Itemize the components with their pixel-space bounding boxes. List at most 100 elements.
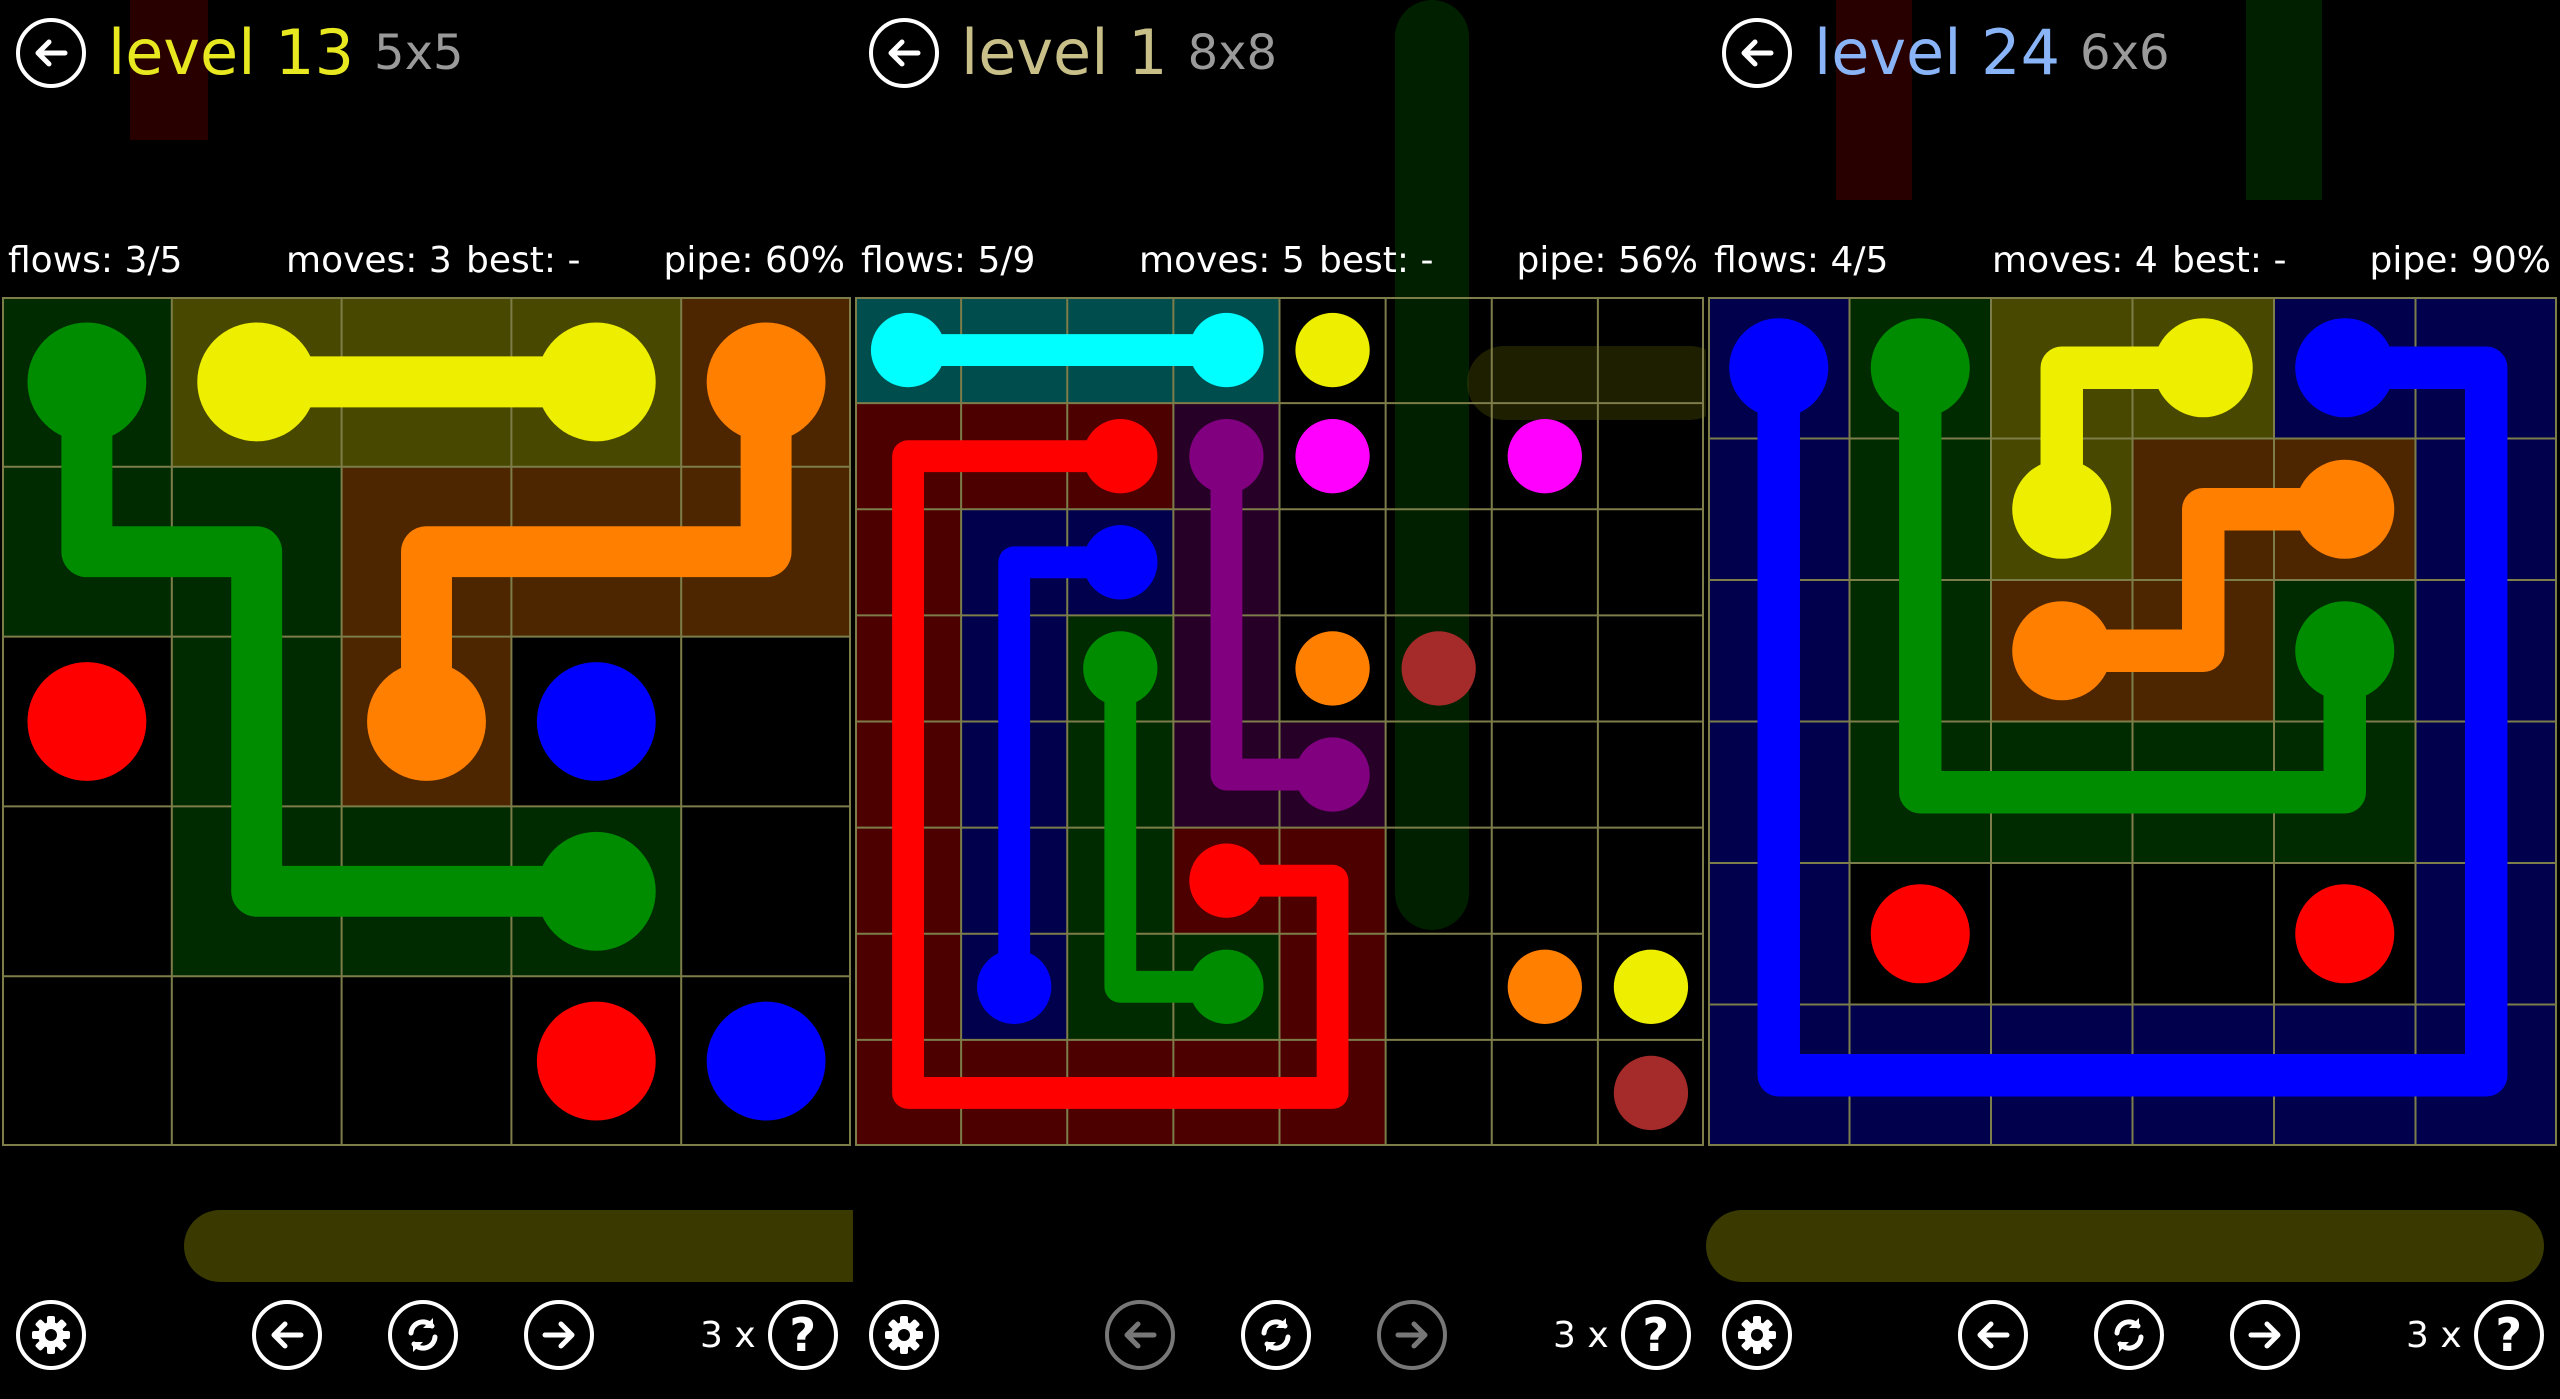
flows-count: flows: 4/5 [1714,240,1889,281]
header: level 13 5x5 [16,18,464,88]
endpoint-dot-yellow [2153,318,2253,418]
endpoint-dot-blue [706,1001,826,1121]
arrow-left-icon [888,39,921,67]
arrow-left-icon [1741,39,1774,67]
game-board[interactable] [2,297,851,1146]
header: level 24 6x6 [1722,18,2170,88]
endpoint-dot-yellow [2012,459,2112,559]
arrow-right-icon [2248,1321,2281,1349]
arrow-left-icon [271,1321,304,1349]
arrow-right-icon [1395,1321,1428,1349]
hint-area: 3 x ? [700,1300,838,1370]
endpoint-dot-orange [706,322,826,442]
decor-bar [2246,0,2322,200]
level-title: level 24 [1814,16,2061,89]
refresh-icon [1261,1318,1291,1352]
game-panel-level-1: level 1 8x8 flows: 5/9 moves: 5 best: - … [853,0,1706,1399]
hint-count: 3 x [700,1314,756,1356]
next-level-button[interactable] [524,1300,594,1370]
gear-icon [885,1316,923,1354]
hint-area: 3 x ? [1553,1300,1691,1370]
question-icon: ? [2495,1308,2522,1362]
endpoint-dot-green [1189,949,1264,1024]
hint-button[interactable]: ? [767,1300,838,1370]
pipe-percent: pipe: 90% [2369,240,2551,281]
restart-button[interactable] [388,1300,458,1370]
bottom-toolbar: 3 x ? [1706,1300,2559,1388]
stats-bar: flows: 5/9 moves: 5 best: - pipe: 56% [861,240,1698,292]
best-score: best: - [1319,240,1434,281]
endpoint-dot-magenta [1295,419,1370,494]
endpoint-dot-yellow [197,322,317,442]
header: level 1 8x8 [869,18,1277,88]
arrow-right-icon [542,1321,575,1349]
prev-level-button[interactable] [252,1300,322,1370]
arrow-left-icon [1124,1321,1157,1349]
arrow-left-icon [35,39,68,67]
endpoint-dot-red [1870,884,1970,984]
best-score: best: - [2172,240,2287,281]
settings-button[interactable] [869,1300,939,1370]
endpoint-dot-red [27,662,147,781]
endpoint-dot-blue [536,662,656,781]
next-level-button[interactable] [2230,1300,2300,1370]
refresh-icon [408,1318,438,1352]
endpoint-dot-orange [367,662,486,781]
back-button[interactable] [869,18,939,88]
endpoint-dot-green [1870,318,1970,418]
grid-size-label: 8x8 [1187,25,1278,81]
game-board[interactable] [855,297,1704,1146]
settings-button[interactable] [1722,1300,1792,1370]
refresh-icon [2114,1318,2144,1352]
bottom-toolbar: 3 x ? [0,1300,853,1388]
endpoint-dot-orange [1507,949,1582,1024]
endpoint-dot-green [27,322,147,442]
endpoint-dot-blue [977,949,1052,1024]
level-title: level 1 [961,16,1168,89]
stats-bar: flows: 3/5 moves: 3 best: - pipe: 60% [8,240,845,292]
endpoint-dot-orange [2012,601,2112,701]
hint-area: 3 x ? [2406,1300,2544,1370]
decor-bar [184,1210,853,1282]
game-panel-level-24: level 24 6x6 flows: 4/5 moves: 4 best: -… [1706,0,2559,1399]
restart-button[interactable] [1241,1300,1311,1370]
next-level-button[interactable] [1377,1300,1447,1370]
endpoint-dot-maroon [1613,1055,1689,1131]
back-button[interactable] [1722,18,1792,88]
endpoint-dot-blue [2295,318,2395,418]
gear-icon [1738,1316,1776,1354]
endpoint-dot-magenta [1507,419,1582,494]
endpoint-dot-green [1083,631,1158,706]
moves-count: moves: 4 [1992,240,2158,281]
prev-level-button[interactable] [1105,1300,1175,1370]
grid-size-label: 5x5 [374,25,464,81]
game-board[interactable] [1708,297,2557,1146]
restart-button[interactable] [2094,1300,2164,1370]
endpoint-dot-red [536,1001,656,1121]
hint-count: 3 x [2406,1314,2462,1356]
moves-count: moves: 3 [286,240,452,281]
settings-button[interactable] [16,1300,86,1370]
endpoint-dot-cyan [870,312,946,388]
stats-bar: flows: 4/5 moves: 4 best: - pipe: 90% [1714,240,2551,292]
endpoint-dot-yellow [1613,949,1689,1024]
prev-level-button[interactable] [1958,1300,2028,1370]
endpoint-dot-purple [1295,737,1370,812]
endpoint-dot-red [2295,884,2395,984]
arrow-left-icon [1977,1321,2010,1349]
endpoint-dot-green [2295,601,2395,701]
back-button[interactable] [16,18,86,88]
endpoint-dot-green [536,831,656,951]
game-panel-level-13: level 13 5x5 flows: 3/5 moves: 3 best: -… [0,0,853,1399]
endpoint-dot-yellow [1295,312,1370,388]
endpoint-dot-purple [1189,419,1264,494]
endpoint-dot-blue [1729,318,1829,418]
hint-button[interactable]: ? [1620,1300,1691,1370]
endpoint-dot-maroon [1401,631,1476,706]
endpoint-dot-orange [2295,459,2395,559]
moves-count: moves: 5 [1139,240,1305,281]
hint-count: 3 x [1553,1314,1609,1356]
level-title: level 13 [108,16,355,89]
flows-count: flows: 3/5 [8,240,183,281]
hint-button[interactable]: ? [2473,1300,2544,1370]
